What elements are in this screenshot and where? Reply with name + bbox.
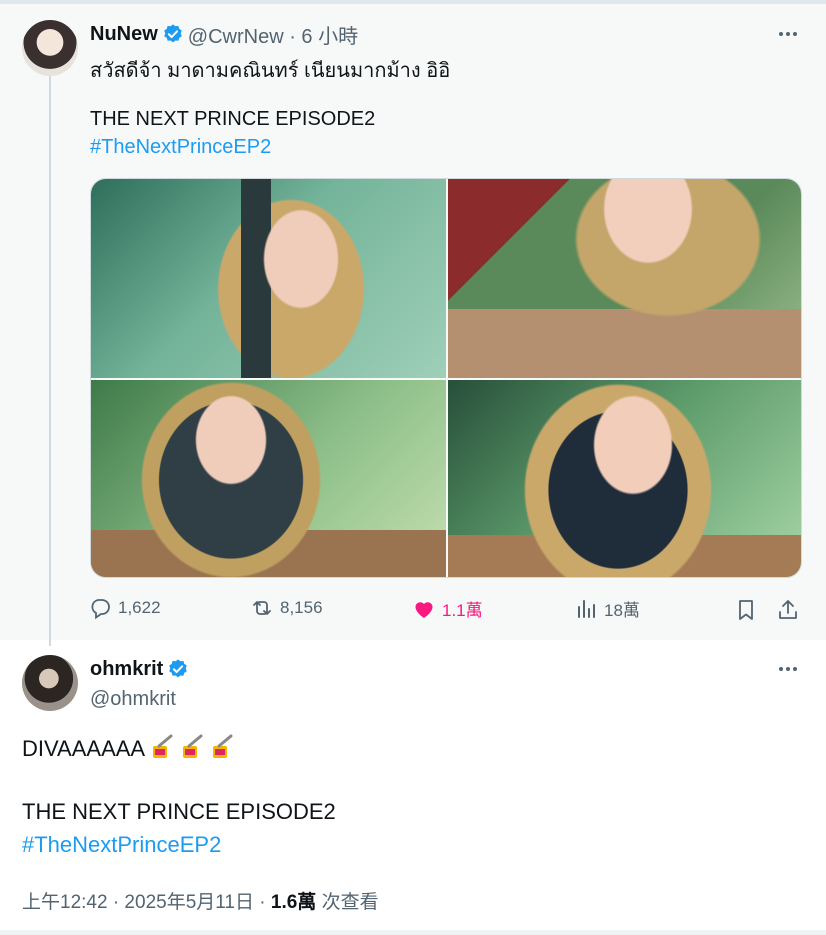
like-count: 1.1萬 bbox=[442, 601, 483, 620]
verified-badge-icon bbox=[163, 24, 182, 43]
author-name[interactable]: ohmkrit bbox=[90, 658, 163, 681]
tweet1-header: NuNew @CwrNew · 6 小時 bbox=[90, 20, 358, 48]
heart-filled-icon bbox=[415, 601, 433, 618]
tweet-meta: 上午12:42 · 2025年5月11日 · 1.6萬 次查看 bbox=[22, 887, 379, 914]
avatar-ohmkrit[interactable] bbox=[22, 655, 78, 711]
author-name[interactable]: NuNew bbox=[90, 23, 158, 46]
like-button[interactable]: 1.1萬 bbox=[412, 596, 483, 621]
bookmark-icon[interactable] bbox=[734, 598, 758, 622]
hashtag-link[interactable]: #TheNextPrinceEP2 bbox=[90, 136, 271, 159]
repost-count: 8,156 bbox=[280, 598, 323, 617]
tweet1-text-line1: สวัสดีจ้า มาดามคณินทร์ เนียนมากม้าง อิอิ bbox=[90, 60, 451, 82]
thread-connector-line bbox=[49, 76, 51, 646]
verified-badge-icon bbox=[169, 659, 188, 678]
repost-icon bbox=[253, 601, 271, 615]
views-count: 18萬 bbox=[604, 601, 640, 620]
author-handle[interactable]: @ohmkrit bbox=[90, 688, 189, 711]
divider bbox=[0, 0, 826, 4]
more-options-icon[interactable] bbox=[776, 657, 800, 681]
tweet2-header: ohmkrit @ohmkrit bbox=[90, 656, 189, 711]
media-grid bbox=[90, 178, 802, 578]
author-handle-time[interactable]: @CwrNew · 6 小時 bbox=[188, 20, 358, 49]
timestamp[interactable]: 上午12:42 · 2025年5月11日 · bbox=[22, 892, 271, 913]
divider bbox=[0, 930, 826, 935]
repost-button[interactable]: 8,156 bbox=[250, 596, 323, 620]
views-label: 次查看 bbox=[316, 892, 379, 913]
more-options-icon[interactable] bbox=[776, 22, 800, 46]
tweet2-text-line1: DIVAAAAAA bbox=[22, 732, 235, 762]
nail-polish-emoji-icon bbox=[183, 734, 203, 758]
analytics-icon bbox=[578, 599, 595, 618]
share-icon[interactable] bbox=[776, 598, 800, 622]
photo-2[interactable] bbox=[448, 179, 801, 378]
tweet2-text: DIVAAAAAA bbox=[22, 736, 146, 761]
tweet1-action-bar: 1,622 8,156 1.1萬 18萬 bbox=[88, 596, 802, 624]
reply-button[interactable]: 1,622 bbox=[88, 596, 161, 620]
photo-3[interactable] bbox=[91, 380, 446, 577]
photo-1[interactable] bbox=[91, 179, 446, 378]
avatar-nunew[interactable] bbox=[22, 20, 78, 76]
views-count: 1.6萬 bbox=[270, 892, 317, 913]
photo-4[interactable] bbox=[448, 380, 801, 577]
tweet1-text-line2: THE NEXT PRINCE EPISODE2 bbox=[90, 108, 376, 130]
nail-polish-emoji-icon bbox=[153, 734, 173, 758]
reply-icon bbox=[91, 599, 110, 620]
views-button[interactable]: 18萬 bbox=[574, 596, 640, 621]
nail-polish-emoji-icon bbox=[213, 734, 233, 758]
hashtag-link[interactable]: #TheNextPrinceEP2 bbox=[22, 832, 221, 858]
tweet2-text-line2: THE NEXT PRINCE EPISODE2 bbox=[22, 799, 336, 824]
reply-count: 1,622 bbox=[118, 598, 161, 617]
